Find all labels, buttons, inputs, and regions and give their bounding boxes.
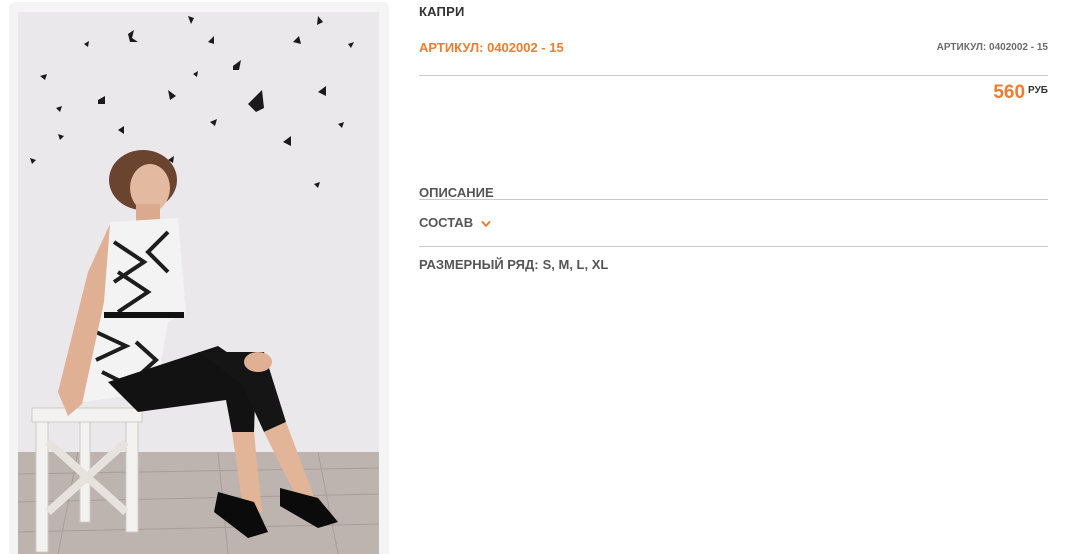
chevron-down-icon bbox=[481, 217, 491, 227]
size-range-label: РАЗМЕРНЫЙ РЯД: bbox=[419, 257, 539, 272]
tab-composition[interactable]: СОСТАВ bbox=[419, 215, 491, 230]
product-title: КАПРИ bbox=[419, 4, 465, 19]
price: 560 РУБ bbox=[993, 82, 1048, 104]
product-info-panel: КАПРИ АРТИКУЛ: 0402002 - 15 АРТИКУЛ: 040… bbox=[419, 0, 1048, 554]
tab-description[interactable]: ОПИСАНИЕ bbox=[419, 185, 494, 200]
tab-composition-label: СОСТАВ bbox=[419, 215, 474, 230]
price-currency: РУБ bbox=[1028, 85, 1048, 96]
divider-composition bbox=[419, 246, 1048, 247]
size-range: РАЗМЕРНЫЙ РЯД: S, M, L, XL bbox=[419, 257, 608, 272]
size-range-values: S, M, L, XL bbox=[542, 257, 609, 272]
divider-description bbox=[419, 199, 1048, 200]
article-row: АРТИКУЛ: 0402002 - 15 АРТИКУЛ: 0402002 -… bbox=[419, 40, 1048, 56]
product-page: КАПРИ АРТИКУЛ: 0402002 - 15 АРТИКУЛ: 040… bbox=[0, 0, 1065, 554]
article-number-secondary: АРТИКУЛ: 0402002 - 15 bbox=[936, 42, 1048, 53]
product-photo[interactable] bbox=[18, 12, 379, 554]
article-number: АРТИКУЛ: 0402002 - 15 bbox=[419, 40, 564, 55]
product-photo-illustration bbox=[18, 12, 379, 554]
tab-description-label: ОПИСАНИЕ bbox=[419, 185, 494, 200]
price-value: 560 bbox=[993, 82, 1026, 103]
divider-top bbox=[419, 75, 1048, 76]
